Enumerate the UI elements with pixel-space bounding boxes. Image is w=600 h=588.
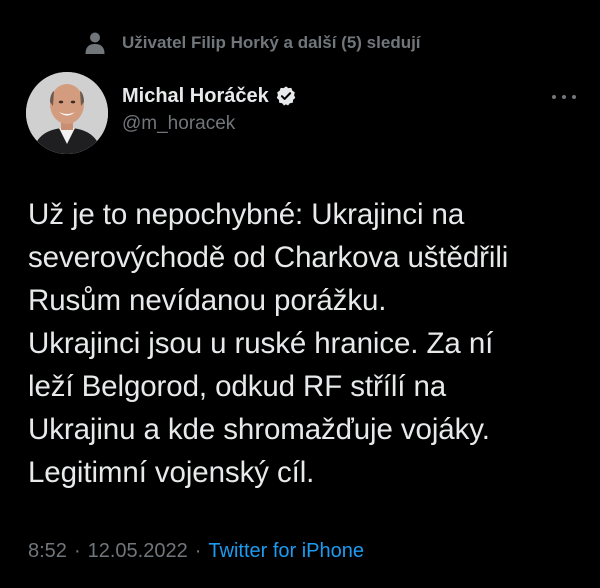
more-options-icon [552, 95, 576, 99]
tweet-time[interactable]: 8:52 [28, 540, 67, 563]
meta-separator: · [194, 540, 202, 562]
tweet-metadata: 8:52 · 12.05.2022 · Twitter for iPhone [28, 540, 364, 563]
social-context-text: Uživatel Filip Horký a další (5) sledují [122, 33, 421, 52]
tweet-line: Legitimní vojenský cíl. [28, 456, 315, 489]
author-handle[interactable]: @m_horacek [122, 113, 297, 135]
tweet-line: severovýchodě od Charkova uštědřili [28, 241, 509, 274]
tweet-line: Ukrajinci jsou u ruské hranice. Za ní [28, 327, 494, 360]
person-icon [85, 32, 105, 54]
more-options-button[interactable] [547, 86, 581, 108]
avatar[interactable] [26, 72, 108, 154]
tweet-date[interactable]: 12.05.2022 [88, 540, 188, 563]
tweet-line: Rusům nevídanou porážku. [28, 284, 387, 317]
tweet-text: Už je to nepochybné: Ukrajinci na severo… [28, 193, 588, 494]
avatar-image [26, 72, 108, 154]
social-context[interactable]: Uživatel Filip Horký a další (5) sledují [84, 30, 421, 56]
tweet-line: Už je to nepochybné: Ukrajinci na [28, 198, 465, 231]
author-name[interactable]: Michal Horáček [122, 85, 269, 108]
verified-badge-icon [276, 86, 295, 106]
tweet-line: Ukrajinu a kde shromažďuje vojáky. [28, 413, 490, 446]
author-name-row: Michal Horáček [122, 82, 297, 110]
meta-separator: · [73, 540, 81, 562]
tweet-source-link[interactable]: Twitter for iPhone [208, 540, 364, 563]
author-block: Michal Horáček @m_horacek [122, 82, 297, 135]
tweet-line: leží Belgorod, odkud RF střílí na [28, 370, 447, 403]
